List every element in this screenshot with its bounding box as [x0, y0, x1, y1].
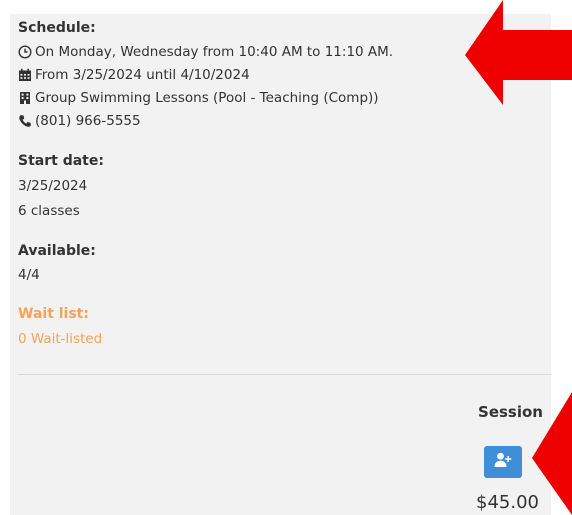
calendar-icon — [18, 68, 32, 82]
schedule-time-text: On Monday, Wednesday from 10:40 AM to 11… — [35, 44, 394, 60]
user-plus-icon — [494, 452, 512, 472]
start-date-value: 3/25/2024 — [18, 178, 88, 194]
schedule-location-line: Group Swimming Lessons (Pool - Teaching … — [18, 90, 379, 106]
schedule-phone-text: (801) 966-5555 — [35, 113, 141, 129]
class-count: 6 classes — [18, 203, 80, 219]
wait-list-value: 0 Wait-listed — [18, 331, 103, 347]
schedule-time-line: On Monday, Wednesday from 10:40 AM to 11… — [18, 44, 393, 60]
enroll-button[interactable] — [484, 446, 522, 478]
clock-icon — [18, 45, 32, 59]
session-price: $45.00 — [476, 492, 539, 513]
wait-list-heading: Wait list: — [18, 306, 89, 322]
schedule-dates-line: From 3/25/2024 until 4/10/2024 — [18, 67, 250, 83]
available-value: 4/4 — [18, 267, 40, 283]
available-heading: Available: — [18, 243, 96, 259]
session-details-panel: Schedule: On Monday, Wednesday from 10:4… — [10, 14, 551, 515]
page: Schedule: On Monday, Wednesday from 10:4… — [0, 0, 572, 515]
start-date-heading: Start date: — [18, 153, 104, 169]
schedule-location-text: Group Swimming Lessons (Pool - Teaching … — [35, 90, 379, 106]
divider — [18, 374, 551, 375]
schedule-heading: Schedule: — [18, 20, 96, 36]
phone-icon — [18, 114, 32, 128]
schedule-phone-line: (801) 966-5555 — [18, 113, 141, 129]
building-icon — [18, 91, 32, 105]
session-heading: Session — [478, 403, 543, 421]
schedule-dates-text: From 3/25/2024 until 4/10/2024 — [35, 67, 250, 83]
